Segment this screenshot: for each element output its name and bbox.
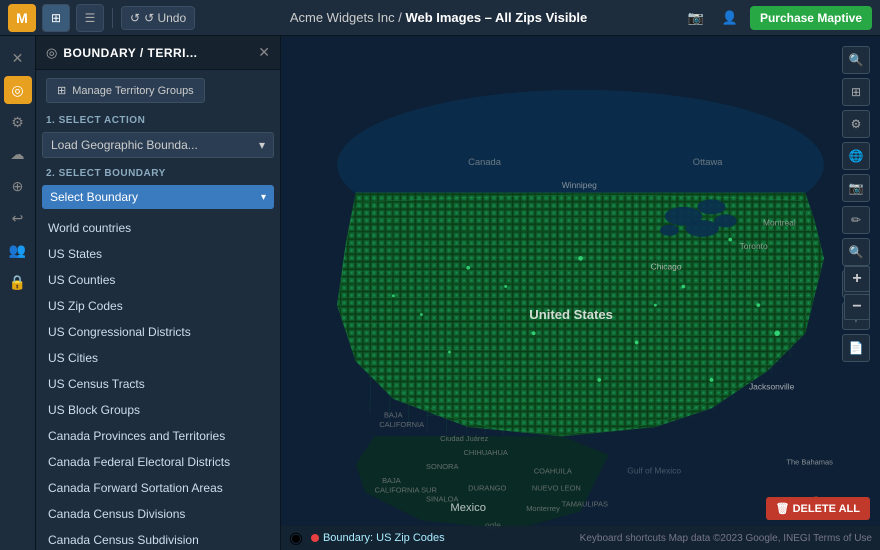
- zoom-fit-btn[interactable]: ⊞: [842, 78, 870, 106]
- zoom-controls: + −: [844, 266, 870, 320]
- svg-text:Canada: Canada: [468, 157, 502, 167]
- delete-all-button[interactable]: 🗑 DELETE ALL: [766, 497, 870, 520]
- svg-text:CALIFORNIA: CALIFORNIA: [379, 420, 424, 429]
- svg-text:TAMAULIPAS: TAMAULIPAS: [562, 499, 608, 508]
- svg-text:SONORA: SONORA: [426, 462, 458, 471]
- tools-icon[interactable]: ✕: [4, 44, 32, 72]
- layers-icon[interactable]: ☁: [4, 140, 32, 168]
- select-boundary-label: Select Boundary: [50, 190, 138, 204]
- svg-text:Montreal: Montreal: [763, 218, 796, 228]
- panel-close-button[interactable]: ✕: [258, 44, 270, 61]
- zoom-in-button[interactable]: +: [844, 266, 870, 292]
- boundary-item-0[interactable]: World countries: [36, 215, 280, 241]
- boundary-item-10[interactable]: Canada Forward Sortation Areas: [36, 475, 280, 501]
- boundary-item-12[interactable]: Canada Census Subdivision: [36, 527, 280, 550]
- topbar: M ⊞ ☰ ↺ ↺ Undo Acme Widgets Inc / Web Im…: [0, 0, 880, 36]
- boundary-item-6[interactable]: US Census Tracts: [36, 371, 280, 397]
- action-dropdown[interactable]: Load Geographic Bounda... ▾: [42, 132, 274, 158]
- settings-icon[interactable]: ⚙: [4, 108, 32, 136]
- boundary-item-7[interactable]: US Block Groups: [36, 397, 280, 423]
- map-area[interactable]: United States Mexico Canada Ottawa Winni…: [281, 36, 880, 550]
- manage-btn-label: Manage Territory Groups: [72, 85, 193, 97]
- search-btn[interactable]: 🔍: [842, 46, 870, 74]
- settings-map-btn[interactable]: ⚙: [842, 110, 870, 138]
- action-value: Load Geographic Bounda...: [51, 138, 198, 152]
- panel-header: ◎ BOUNDARY / TERRI... ✕: [36, 36, 280, 70]
- svg-text:COAHUILA: COAHUILA: [534, 467, 572, 476]
- section1-label: 1. SELECT ACTION: [36, 111, 280, 130]
- left-icon-bar: ✕ ◎ ⚙ ☁ ⊕ ↩ 👥 🔒: [0, 36, 36, 550]
- svg-text:CALIFORNIA SUR: CALIFORNIA SUR: [375, 485, 438, 494]
- panel-content: ⊞ Manage Territory Groups 1. SELECT ACTI…: [36, 70, 280, 550]
- svg-text:Jacksonville: Jacksonville: [749, 381, 795, 391]
- undo-label: ↺ Undo: [144, 11, 186, 25]
- svg-text:CHIHUAHUA: CHIHUAHUA: [464, 448, 508, 457]
- boundary-item-8[interactable]: Canada Provinces and Territories: [36, 423, 280, 449]
- svg-text:Winnipeg: Winnipeg: [562, 180, 597, 190]
- dropdown-arrow-icon: ▾: [259, 138, 265, 152]
- undo-icon: ↺: [130, 11, 140, 25]
- lock-icon[interactable]: 🔒: [4, 268, 32, 296]
- boundary-indicator: Boundary: US Zip Codes: [311, 532, 445, 544]
- boundary-item-1[interactable]: US States: [36, 241, 280, 267]
- purchase-button[interactable]: Purchase Maptive: [750, 6, 872, 30]
- manage-icon: ⊞: [57, 84, 66, 97]
- svg-text:Toronto: Toronto: [740, 241, 768, 251]
- map-canvas: United States Mexico Canada Ottawa Winni…: [281, 36, 880, 550]
- svg-text:SINALOA: SINALOA: [426, 495, 458, 504]
- undo-icon[interactable]: ↩: [4, 204, 32, 232]
- users-icon[interactable]: 👥: [4, 236, 32, 264]
- boundary-icon[interactable]: ◎: [4, 76, 32, 104]
- user-icon-btn[interactable]: 👤: [716, 4, 744, 32]
- svg-text:Mexico: Mexico: [450, 502, 486, 514]
- list-view-btn[interactable]: ☰: [76, 4, 104, 32]
- camera-icon-btn[interactable]: 📷: [682, 4, 710, 32]
- map-credits: Keyboard shortcuts Map data ©2023 Google…: [580, 533, 872, 544]
- undo-button[interactable]: ↺ ↺ Undo: [121, 6, 195, 30]
- svg-text:United States: United States: [529, 307, 613, 322]
- section2-label: 2. SELECT BOUNDARY: [36, 164, 280, 183]
- page-title: Acme Widgets Inc / Web Images – All Zips…: [201, 10, 676, 25]
- svg-text:BAJA: BAJA: [384, 410, 403, 419]
- svg-text:Ottawa: Ottawa: [693, 157, 723, 167]
- zoom-search-btn[interactable]: 🔍: [842, 238, 870, 266]
- manage-territory-groups-button[interactable]: ⊞ Manage Territory Groups: [46, 78, 205, 103]
- edit-btn[interactable]: ✏: [842, 206, 870, 234]
- boundary-item-4[interactable]: US Congressional Districts: [36, 319, 280, 345]
- boundary-indicator-icon: ◉: [289, 528, 303, 548]
- grid-view-btn[interactable]: ⊞: [42, 4, 70, 32]
- svg-text:DURANGO: DURANGO: [468, 483, 506, 492]
- divider1: [112, 8, 113, 28]
- zoom-out-button[interactable]: −: [844, 294, 870, 320]
- select-boundary-dropdown[interactable]: Select Boundary ▾: [42, 185, 274, 209]
- doc-btn[interactable]: 📄: [842, 334, 870, 362]
- main-area: ✕ ◎ ⚙ ☁ ⊕ ↩ 👥 🔒 ◎ BOUNDARY / TERRI... ✕ …: [0, 36, 880, 550]
- add-icon[interactable]: ⊕: [4, 172, 32, 200]
- home-icon[interactable]: M: [8, 4, 36, 32]
- svg-text:Gulf of Mexico: Gulf of Mexico: [627, 466, 681, 476]
- svg-text:NUEVO LEON: NUEVO LEON: [532, 483, 581, 492]
- boundary-item-3[interactable]: US Zip Codes: [36, 293, 280, 319]
- svg-text:The Bahamas: The Bahamas: [786, 457, 833, 466]
- svg-text:Ciudad Juárez: Ciudad Juárez: [440, 434, 488, 443]
- svg-text:Monterrey: Monterrey: [526, 504, 560, 513]
- panel-title: BOUNDARY / TERRI...: [63, 46, 252, 60]
- boundary-list: World countriesUS StatesUS CountiesUS Zi…: [36, 215, 280, 550]
- globe-btn[interactable]: 🌐: [842, 142, 870, 170]
- photo-btn[interactable]: 📷: [842, 174, 870, 202]
- svg-text:Chicago: Chicago: [651, 262, 682, 272]
- panel-header-icon: ◎: [46, 45, 57, 61]
- boundary-panel: ◎ BOUNDARY / TERRI... ✕ ⊞ Manage Territo…: [36, 36, 281, 550]
- bottom-bar: ◉ Boundary: US Zip Codes Keyboard shortc…: [281, 526, 880, 550]
- boundary-label: Boundary: US Zip Codes: [323, 532, 445, 544]
- boundary-item-11[interactable]: Canada Census Divisions: [36, 501, 280, 527]
- boundary-item-2[interactable]: US Counties: [36, 267, 280, 293]
- svg-text:BAJA: BAJA: [382, 476, 401, 485]
- boundary-item-5[interactable]: US Cities: [36, 345, 280, 371]
- boundary-arrow-icon: ▾: [261, 192, 266, 203]
- boundary-item-9[interactable]: Canada Federal Electoral Districts: [36, 449, 280, 475]
- boundary-dot: [311, 534, 319, 542]
